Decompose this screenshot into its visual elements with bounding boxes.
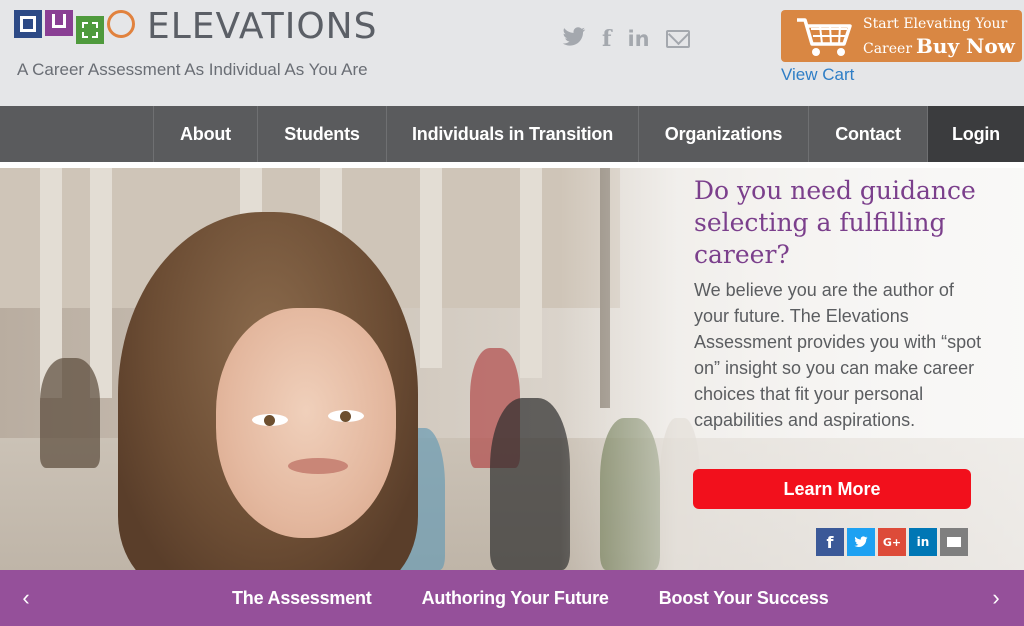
linkedin-share-icon[interactable]: in — [909, 528, 937, 556]
share-buttons: f G+ in — [816, 528, 968, 556]
mail-icon[interactable] — [665, 30, 690, 48]
facebook-share-icon[interactable]: f — [816, 528, 844, 556]
logo-square-blue — [14, 10, 42, 38]
background-person — [490, 398, 570, 570]
buy-line2: Career Buy Now — [863, 34, 1015, 58]
twitter-icon[interactable] — [562, 26, 586, 52]
feature-carousel-bar: ‹ The Assessment Authoring Your Future B… — [0, 570, 1024, 626]
twitter-share-icon[interactable] — [847, 528, 875, 556]
linkedin-icon[interactable]: in — [627, 27, 649, 51]
link-authoring-your-future[interactable]: Authoring Your Future — [422, 588, 609, 609]
google-plus-share-icon[interactable]: G+ — [878, 528, 906, 556]
chevron-left-icon[interactable]: ‹ — [6, 570, 46, 626]
learn-more-button[interactable]: Learn More — [693, 469, 971, 509]
logo-square-green — [76, 16, 104, 44]
logo-circle-orange — [107, 10, 135, 38]
nav-item-about[interactable]: About — [153, 106, 257, 162]
logo-square-purple — [45, 10, 73, 36]
main-nav: About Students Individuals in Transition… — [0, 106, 1024, 162]
hero-title: Do you need guidance selecting a fulfill… — [694, 176, 976, 269]
nav-item-organizations[interactable]: Organizations — [638, 106, 808, 162]
shopping-cart-icon — [795, 16, 855, 63]
nav-item-students[interactable]: Students — [257, 106, 386, 162]
logo-mark — [14, 10, 135, 44]
tagline: A Career Assessment As Individual As You… — [17, 60, 368, 79]
nav-item-contact[interactable]: Contact — [808, 106, 927, 162]
building-column — [420, 168, 442, 368]
hero-body: We believe you are the author of your fu… — [694, 280, 982, 430]
email-share-icon[interactable] — [940, 528, 968, 556]
building-column — [90, 168, 112, 398]
buy-line1: Start Elevating Your — [863, 16, 1008, 32]
nav-item-individuals-in-transition[interactable]: Individuals in Transition — [386, 106, 638, 162]
link-boost-your-success[interactable]: Boost Your Success — [659, 588, 829, 609]
header-social-links: f in — [562, 26, 690, 52]
site-header: ELEVATIONS A Career Assessment As Indivi… — [0, 0, 1024, 106]
link-the-assessment[interactable]: The Assessment — [232, 588, 372, 609]
view-cart-link[interactable]: View Cart — [781, 65, 854, 85]
buy-now-button[interactable]: Start Elevating Your Career Buy Now — [781, 10, 1022, 62]
hero-photo-woman — [118, 212, 418, 570]
building-column — [520, 168, 542, 378]
chevron-right-icon[interactable]: › — [976, 570, 1016, 626]
logo[interactable]: ELEVATIONS — [14, 6, 378, 47]
background-person — [40, 358, 100, 468]
brand-name: ELEVATIONS — [147, 6, 378, 47]
facebook-icon[interactable]: f — [602, 26, 611, 52]
nav-item-login[interactable]: Login — [927, 106, 1024, 162]
